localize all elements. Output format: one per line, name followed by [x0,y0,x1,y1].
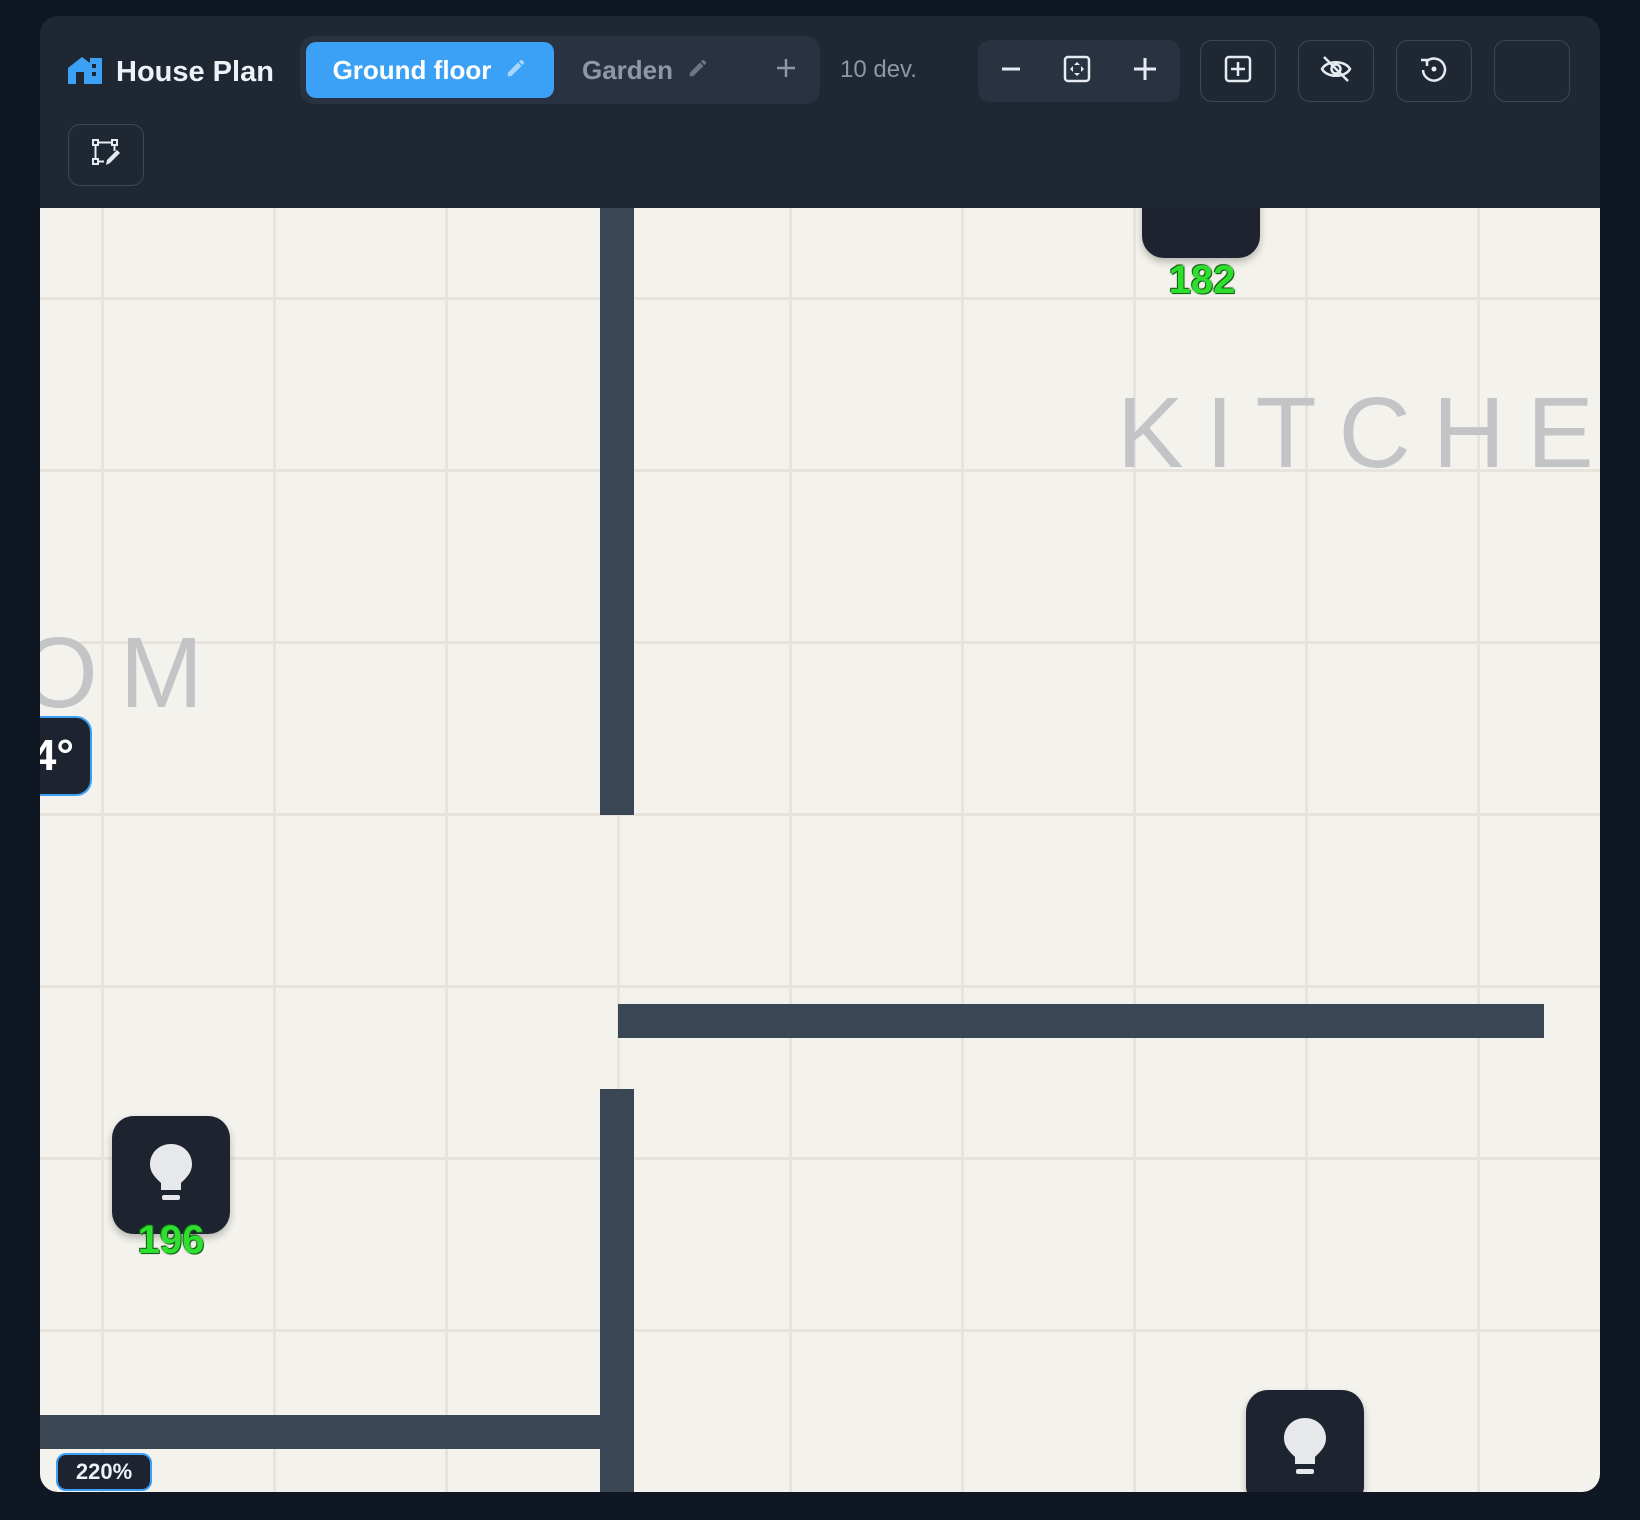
device-icon [1169,208,1233,230]
fit-view-button[interactable] [1056,50,1098,92]
eye-off-icon [1319,54,1353,89]
zoom-controls [978,40,1180,102]
temperature-value: 4° [40,731,74,780]
zoom-level: 220% [75,1459,133,1484]
zoom-out-button[interactable] [990,50,1032,92]
floor-plan-canvas[interactable]: KITCHEN OM 182 196 4° 220% [40,208,1600,1492]
house-icon [66,54,104,91]
device-tile-lamp[interactable] [1246,1390,1364,1492]
floor-tabs: Ground floor Garden [300,36,820,104]
room-label-partial: OM [40,617,226,729]
add-device-button[interactable] [1200,40,1276,102]
zoom-in-button[interactable] [1124,50,1166,92]
plus-icon [1132,56,1158,87]
lightbulb-icon [1282,1416,1328,1483]
app-window: House Plan Ground floor Garden 10 dev. K… [40,16,1600,1492]
reset-view-button[interactable] [1396,40,1472,102]
draw-shape-icon [90,137,122,174]
device-tile-lamp[interactable] [112,1116,230,1234]
history-icon [1418,53,1450,90]
thermostat-badge[interactable]: 4° [40,716,92,796]
edit-icon[interactable] [505,55,527,86]
wall[interactable] [40,1415,634,1449]
device-tile-top[interactable] [1142,208,1260,258]
tab-garden[interactable]: Garden [582,42,709,98]
tab-ground-floor[interactable]: Ground floor [306,42,554,98]
device-count: 10 dev. [840,56,917,83]
edit-icon[interactable] [687,55,709,86]
tab-label: Ground floor [332,54,492,85]
toolbar: House Plan Ground floor Garden 10 dev. [40,16,1600,208]
room-label-kitchen: KITCHEN [1117,377,1600,489]
device-value: 196 [137,1218,205,1262]
lightbulb-icon [148,1142,194,1209]
plus-icon [775,57,797,84]
add-floor-button[interactable] [766,50,806,90]
tab-label: Garden [582,54,674,85]
edit-walls-button[interactable] [68,124,144,186]
minus-icon [999,57,1023,86]
toggle-visibility-button[interactable] [1298,40,1374,102]
wall[interactable] [618,1004,1544,1038]
zoom-level-badge: 220% [56,1453,152,1491]
wall[interactable] [600,208,634,815]
add-box-icon [1223,54,1253,89]
device-value: 182 [1168,258,1236,302]
toolbar-button-empty[interactable] [1494,40,1570,102]
fit-screen-icon [1062,54,1092,89]
app-title: House Plan [116,55,274,88]
brand: House Plan [66,52,274,92]
